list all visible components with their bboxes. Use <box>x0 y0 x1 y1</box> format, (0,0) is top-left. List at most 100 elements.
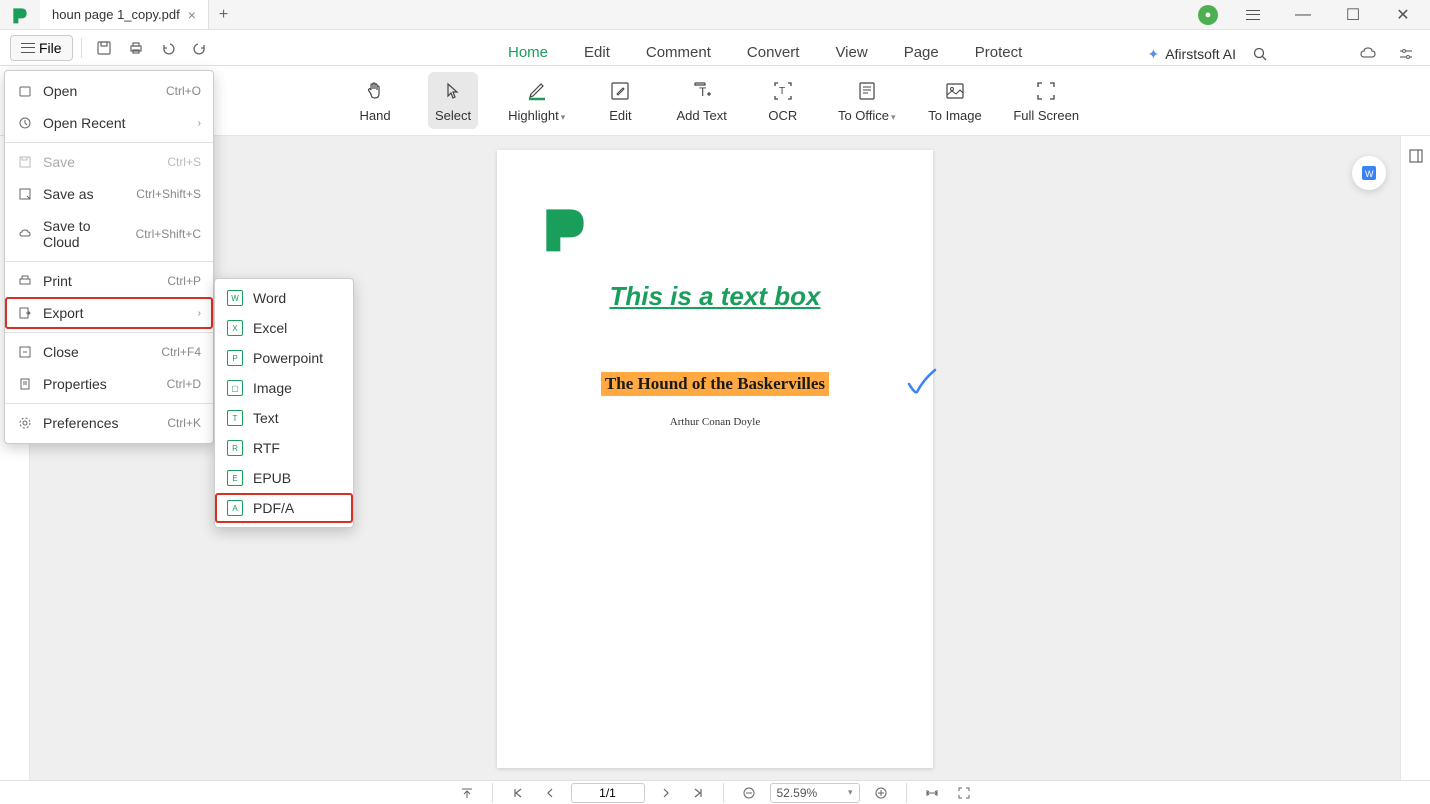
divider <box>81 38 82 58</box>
full-screen-tool[interactable]: Full Screen <box>1012 72 1080 129</box>
menu-icon[interactable] <box>1230 0 1276 30</box>
statusbar: 52.59% ▾ <box>0 780 1430 804</box>
close-window-button[interactable]: ✕ <box>1380 0 1426 30</box>
zoom-select[interactable]: 52.59% ▾ <box>770 783 860 803</box>
add-text-tool[interactable]: T Add Text <box>673 72 729 129</box>
settings-icon[interactable] <box>1392 40 1420 68</box>
menu-print[interactable]: Print Ctrl+P <box>5 265 213 297</box>
pdfa-icon: A <box>227 500 243 516</box>
print-icon-button[interactable] <box>122 34 150 62</box>
export-word[interactable]: WWord <box>215 283 353 313</box>
save-icon-button[interactable] <box>90 34 118 62</box>
menu-open[interactable]: Open Ctrl+O <box>5 75 213 107</box>
undo-button[interactable] <box>154 34 182 62</box>
document-tab[interactable]: houn page 1_copy.pdf × <box>40 0 209 29</box>
cloud-icon <box>17 226 33 242</box>
tab-title: houn page 1_copy.pdf <box>52 7 180 22</box>
to-image-tool[interactable]: To Image <box>926 72 985 129</box>
chevron-down-icon: ▾ <box>891 112 896 122</box>
edit-tool[interactable]: Edit <box>595 72 645 129</box>
add-tab-button[interactable]: + <box>209 6 238 24</box>
export-rtf[interactable]: RRTF <box>215 433 353 463</box>
menu-save-cloud[interactable]: Save to Cloud Ctrl+Shift+C <box>5 210 213 258</box>
export-excel[interactable]: XExcel <box>215 313 353 343</box>
export-image[interactable]: ▢Image <box>215 373 353 403</box>
book-title: The Hound of the Baskervilles <box>601 372 829 396</box>
float-action-button[interactable]: W <box>1352 156 1386 190</box>
export-text[interactable]: TText <box>215 403 353 433</box>
word-icon: W <box>227 290 243 306</box>
rtf-icon: R <box>227 440 243 456</box>
zoom-out-icon[interactable] <box>738 782 760 804</box>
export-powerpoint[interactable]: PPowerpoint <box>215 343 353 373</box>
cloud-icon[interactable] <box>1354 40 1382 68</box>
text-icon: T <box>227 410 243 426</box>
user-avatar[interactable]: ● <box>1198 5 1218 25</box>
ai-label: Afirstsoft AI <box>1165 46 1236 62</box>
right-rail <box>1400 136 1430 780</box>
menu-separator <box>5 261 213 262</box>
to-image-icon <box>944 78 966 104</box>
full-screen-label: Full Screen <box>1013 108 1079 123</box>
file-menu-button[interactable]: File <box>10 35 73 61</box>
to-office-tool[interactable]: To Office▾ <box>836 72 898 129</box>
app-logo <box>0 0 40 30</box>
to-office-icon <box>856 78 878 104</box>
export-pdfa[interactable]: APDF/A <box>215 493 353 523</box>
svg-text:T: T <box>779 86 785 97</box>
menu-save-as[interactable]: Save as Ctrl+Shift+S <box>5 178 213 210</box>
menu-preferences[interactable]: Preferences Ctrl+K <box>5 407 213 439</box>
redo-button[interactable] <box>186 34 214 62</box>
properties-icon <box>17 376 33 392</box>
menu-close[interactable]: Close Ctrl+F4 <box>5 336 213 368</box>
select-tool[interactable]: Select <box>428 72 478 129</box>
hand-tool[interactable]: Hand <box>350 72 400 129</box>
page-input[interactable] <box>571 783 645 803</box>
menu-export[interactable]: Export › <box>5 297 213 329</box>
svg-text:T: T <box>699 85 707 99</box>
cursor-icon <box>442 78 464 104</box>
maximize-button[interactable]: ☐ <box>1330 0 1376 30</box>
last-page-icon[interactable] <box>687 782 709 804</box>
prev-page-icon[interactable] <box>539 782 561 804</box>
titlebar: houn page 1_copy.pdf × + ● — ☐ ✕ <box>0 0 1430 30</box>
close-file-icon <box>17 344 33 360</box>
ocr-label: OCR <box>768 108 797 123</box>
epub-icon: E <box>227 470 243 486</box>
chevron-right-icon: › <box>198 308 201 319</box>
image-icon: ▢ <box>227 380 243 396</box>
export-epub[interactable]: EEPUB <box>215 463 353 493</box>
minimize-button[interactable]: — <box>1280 0 1326 30</box>
chevron-down-icon: ▾ <box>848 787 853 798</box>
panel-toggle-icon[interactable] <box>1406 146 1426 166</box>
edit-icon <box>609 78 631 104</box>
open-icon <box>17 83 33 99</box>
hand-icon <box>364 78 386 104</box>
fit-page-icon[interactable] <box>953 782 975 804</box>
fit-width-icon[interactable] <box>921 782 943 804</box>
hand-label: Hand <box>359 108 390 123</box>
ai-button[interactable]: ✦ Afirstsoft AI <box>1147 46 1236 63</box>
save-as-icon <box>17 186 33 202</box>
print-icon <box>17 273 33 289</box>
highlight-tool[interactable]: Highlight▾ <box>506 72 567 129</box>
svg-text:W: W <box>1365 169 1374 179</box>
clock-icon <box>17 115 33 131</box>
author-text: Arthur Conan Doyle <box>537 416 893 428</box>
save-icon <box>17 154 33 170</box>
divider <box>723 783 724 803</box>
menu-open-recent[interactable]: Open Recent › <box>5 107 213 139</box>
chevron-down-icon: ▾ <box>561 112 566 122</box>
chevron-right-icon: › <box>198 118 201 129</box>
zoom-in-icon[interactable] <box>870 782 892 804</box>
first-page-icon[interactable] <box>507 782 529 804</box>
search-button[interactable] <box>1246 40 1274 68</box>
file-label: File <box>39 40 62 56</box>
menu-separator <box>5 142 213 143</box>
close-icon[interactable]: × <box>188 7 196 23</box>
ocr-tool[interactable]: T OCR <box>758 72 808 129</box>
next-page-icon[interactable] <box>655 782 677 804</box>
menu-properties[interactable]: Properties Ctrl+D <box>5 368 213 400</box>
highlight-icon <box>525 78 549 104</box>
scroll-top-icon[interactable] <box>456 782 478 804</box>
